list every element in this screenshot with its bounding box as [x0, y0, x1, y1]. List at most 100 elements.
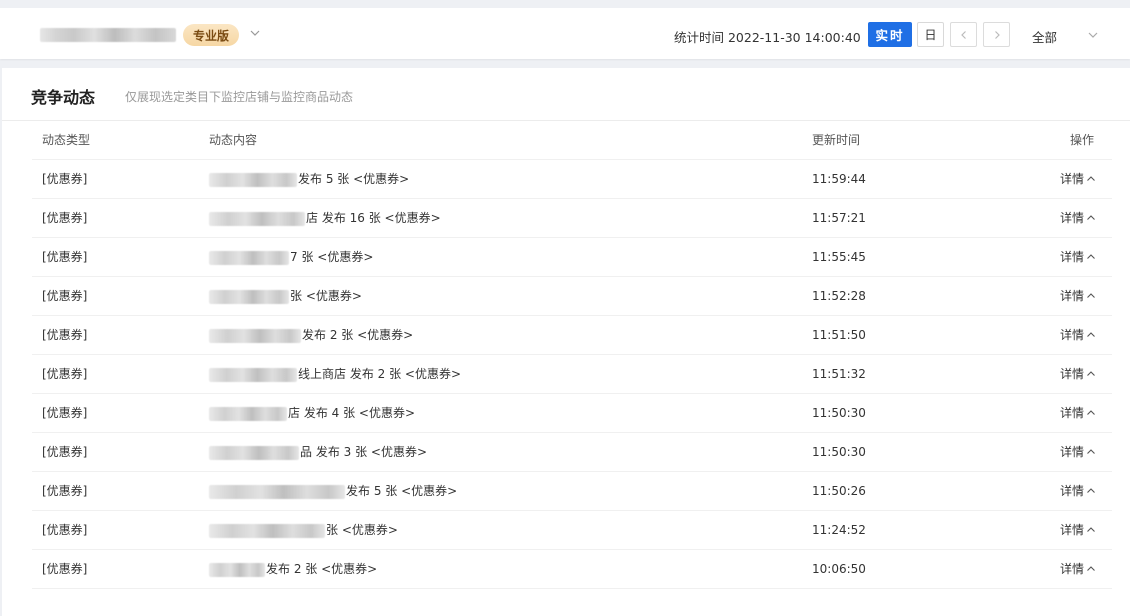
- detail-link[interactable]: 详情: [1060, 355, 1096, 394]
- detail-link[interactable]: 详情: [1060, 511, 1096, 550]
- redacted-name: [209, 367, 297, 382]
- panel-title: 竞争动态: [31, 88, 96, 107]
- chevron-up-icon: [1086, 160, 1096, 199]
- row-content: 发布 5 张 <优惠券>: [209, 160, 409, 199]
- row-type: [优惠券]: [42, 172, 88, 186]
- row-content: 发布 2 张 <优惠券>: [209, 550, 377, 589]
- row-content-text: 发布 5 张 <优惠券>: [298, 172, 410, 186]
- row-content: 发布 5 张 <优惠券>: [209, 472, 457, 511]
- panel-header: 竞争动态 仅展现选定类目下监控店铺与监控商品动态: [2, 68, 1130, 121]
- row-time: 11:50:30: [812, 445, 866, 459]
- row-content-text: 发布 2 张 <优惠券>: [302, 328, 414, 342]
- detail-link[interactable]: 详情: [1060, 316, 1096, 355]
- chevron-up-icon: [1086, 355, 1096, 394]
- detail-link[interactable]: 详情: [1060, 394, 1096, 433]
- detail-label: 详情: [1059, 172, 1084, 186]
- detail-label: 详情: [1059, 484, 1084, 498]
- stat-time-label: 统计时间 2022-11-30 14:00:40: [674, 30, 861, 45]
- row-content: 店 发布 4 张 <优惠券>: [209, 394, 415, 433]
- row-content-text: 发布 5 张 <优惠券>: [346, 484, 458, 498]
- table-row: [优惠券] 发布 2 张 <优惠券> 10:06:50 详情: [32, 550, 1112, 589]
- chevron-up-icon: [1086, 199, 1096, 238]
- row-content: 店 发布 16 张 <优惠券>: [209, 199, 441, 238]
- detail-label: 详情: [1059, 367, 1084, 381]
- detail-link[interactable]: 详情: [1060, 160, 1096, 199]
- table-row: [优惠券] 店 发布 16 张 <优惠券> 11:57:21 详情: [32, 199, 1112, 238]
- row-content: 发布 2 张 <优惠券>: [209, 316, 413, 355]
- table-row: [优惠券] 店 发布 4 张 <优惠券> 11:50:30 详情: [32, 394, 1112, 433]
- chevron-up-icon: [1086, 277, 1096, 316]
- row-content: 7 张 <优惠券>: [209, 238, 373, 277]
- row-content: 张 <优惠券>: [209, 277, 362, 316]
- panel-subtitle: 仅展现选定类目下监控店铺与监控商品动态: [125, 90, 354, 104]
- row-time: 10:06:50: [812, 562, 866, 576]
- row-content: 线上商店 发布 2 张 <优惠券>: [209, 355, 461, 394]
- table-row: [优惠券] 品 发布 3 张 <优惠券> 11:50:30 详情: [32, 433, 1112, 472]
- column-header-content: 动态内容: [209, 133, 258, 147]
- detail-label: 详情: [1059, 523, 1084, 537]
- next-date-button[interactable]: [983, 22, 1010, 47]
- detail-link[interactable]: 详情: [1060, 277, 1096, 316]
- detail-label: 详情: [1059, 562, 1084, 576]
- row-time: 11:24:52: [812, 523, 866, 537]
- row-content-text: 店 发布 4 张 <优惠券>: [288, 406, 416, 420]
- chevron-up-icon: [1086, 316, 1096, 355]
- prev-date-button[interactable]: [950, 22, 977, 47]
- redacted-name: [209, 484, 345, 499]
- chevron-down-icon[interactable]: [248, 26, 262, 40]
- shop-name-redacted[interactable]: [40, 28, 176, 42]
- row-content: 品 发布 3 张 <优惠券>: [209, 433, 427, 472]
- table-row: [优惠券] 发布 5 张 <优惠券> 11:59:44 详情: [32, 160, 1112, 199]
- redacted-name: [209, 211, 305, 226]
- detail-link[interactable]: 详情: [1060, 238, 1096, 277]
- column-header-type: 动态类型: [42, 133, 91, 147]
- row-type: [优惠券]: [42, 523, 88, 537]
- row-time: 11:51:32: [812, 367, 866, 381]
- redacted-name: [209, 250, 289, 265]
- redacted-name: [209, 562, 265, 577]
- detail-link[interactable]: 详情: [1060, 472, 1096, 511]
- row-time: 11:51:50: [812, 328, 866, 342]
- detail-link[interactable]: 详情: [1060, 199, 1096, 238]
- detail-link[interactable]: 详情: [1060, 433, 1096, 472]
- row-type: [优惠券]: [42, 289, 88, 303]
- competition-panel: 竞争动态 仅展现选定类目下监控店铺与监控商品动态 动态类型 动态内容 更新时间 …: [2, 68, 1130, 616]
- row-time: 11:57:21: [812, 211, 866, 225]
- day-button[interactable]: 日: [917, 22, 944, 47]
- chevron-down-icon[interactable]: [1087, 29, 1101, 43]
- column-header-time: 更新时间: [812, 133, 861, 147]
- row-content-text: 7 张 <优惠券>: [290, 250, 374, 264]
- row-type: [优惠券]: [42, 250, 88, 264]
- row-content-text: 品 发布 3 张 <优惠券>: [300, 445, 428, 459]
- row-time: 11:50:26: [812, 484, 866, 498]
- row-time: 11:55:45: [812, 250, 866, 264]
- chevron-up-icon: [1086, 433, 1096, 472]
- redacted-name: [209, 172, 297, 187]
- row-type: [优惠券]: [42, 562, 88, 576]
- redacted-name: [209, 445, 299, 460]
- dynamics-table: 动态类型 动态内容 更新时间 操作 [优惠券] 发布 5 张 <优惠券> 11:59…: [32, 121, 1112, 589]
- table-row: [优惠券] 张 <优惠券> 11:24:52 详情: [32, 511, 1112, 550]
- chevron-right-icon: [994, 30, 1000, 39]
- detail-label: 详情: [1059, 406, 1084, 420]
- table-header: 动态类型 动态内容 更新时间 操作: [32, 121, 1112, 160]
- row-type: [优惠券]: [42, 406, 88, 420]
- detail-label: 详情: [1059, 289, 1084, 303]
- row-content-text: 线上商店 发布 2 张 <优惠券>: [298, 367, 462, 381]
- row-type: [优惠券]: [42, 367, 88, 381]
- row-time: 11:50:30: [812, 406, 866, 420]
- detail-link[interactable]: 详情: [1060, 550, 1096, 589]
- scope-select[interactable]: 全部: [1032, 27, 1057, 46]
- redacted-name: [209, 289, 289, 304]
- row-type: [优惠券]: [42, 445, 88, 459]
- row-content-text: 发布 2 张 <优惠券>: [266, 562, 378, 576]
- redacted-name: [209, 523, 325, 538]
- row-content: 张 <优惠券>: [209, 511, 398, 550]
- redacted-name: [209, 328, 301, 343]
- realtime-button[interactable]: 实时: [868, 22, 912, 47]
- table-row: [优惠券] 发布 2 张 <优惠券> 11:51:50 详情: [32, 316, 1112, 355]
- table-row: [优惠券] 发布 5 张 <优惠券> 11:50:26 详情: [32, 472, 1112, 511]
- row-time: 11:52:28: [812, 289, 866, 303]
- row-content-text: 店 发布 16 张 <优惠券>: [306, 211, 441, 225]
- edition-badge: 专业版: [183, 24, 239, 46]
